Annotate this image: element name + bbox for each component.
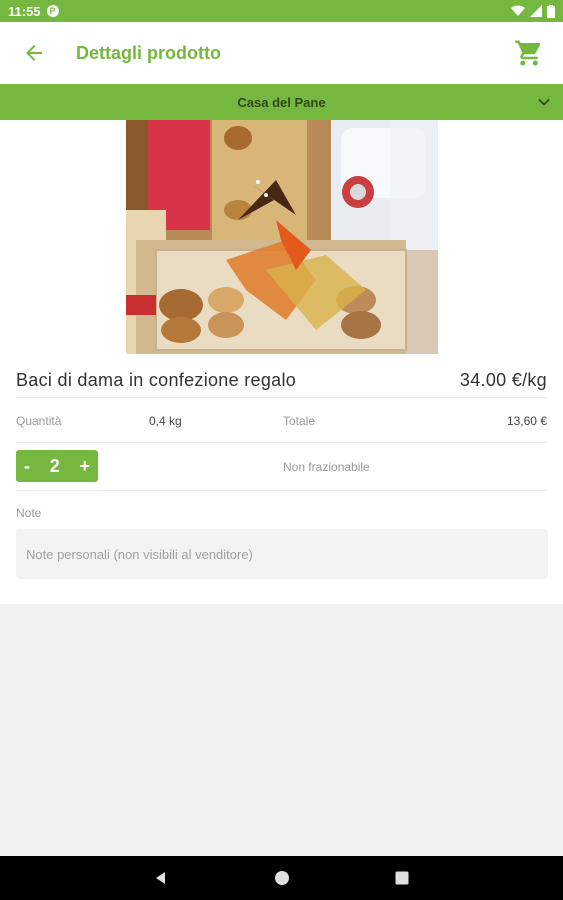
total-label: Totale [283, 414, 316, 428]
divider [16, 490, 547, 491]
shop-name: Casa del Pane [237, 95, 326, 110]
cart-icon[interactable] [514, 38, 544, 68]
status-bar: 11:55 P [0, 0, 563, 22]
stepper-value: 2 [49, 455, 60, 476]
divisibility-note: Non frazionabile [283, 460, 370, 474]
chevron-down-icon [538, 98, 550, 106]
product-name: Baci di dama in confezione regalo [16, 370, 297, 390]
nav-home-icon[interactable] [274, 870, 290, 886]
app-bar: Dettagli prodotto [0, 22, 563, 84]
page-title: Dettagli prodotto [76, 43, 221, 63]
divider [16, 397, 547, 398]
total-value: 13,60 € [506, 414, 547, 428]
increment-button[interactable]: + [79, 456, 90, 477]
quantity-stepper: - 2 + [16, 450, 98, 482]
product-detail: Baci di dama in confezione regalo 34.00 … [0, 120, 563, 604]
battery-icon [547, 4, 555, 18]
back-arrow-icon[interactable] [22, 41, 46, 65]
decrement-button[interactable]: - [24, 456, 30, 477]
quantity-value: 0,4 kg [149, 414, 182, 428]
status-icons [511, 4, 555, 18]
quantity-label: Quantità [16, 414, 62, 428]
notes-field[interactable]: Note personali (non visibili al venditor… [16, 529, 548, 579]
notification-icon: P [46, 5, 59, 17]
shop-selector[interactable]: Casa del Pane [0, 84, 563, 120]
product-image [126, 120, 438, 354]
nav-back-icon[interactable] [153, 870, 169, 886]
system-nav-bar [0, 856, 563, 900]
notes-label: Note [16, 506, 42, 520]
wifi-icon [511, 5, 525, 16]
status-left: 11:55 P [8, 4, 59, 19]
product-price: 34.00 €/kg [459, 370, 547, 390]
nav-recents-icon[interactable] [394, 870, 410, 886]
divider [16, 442, 547, 443]
status-time: 11:55 [8, 3, 41, 19]
signal-icon [530, 5, 542, 17]
